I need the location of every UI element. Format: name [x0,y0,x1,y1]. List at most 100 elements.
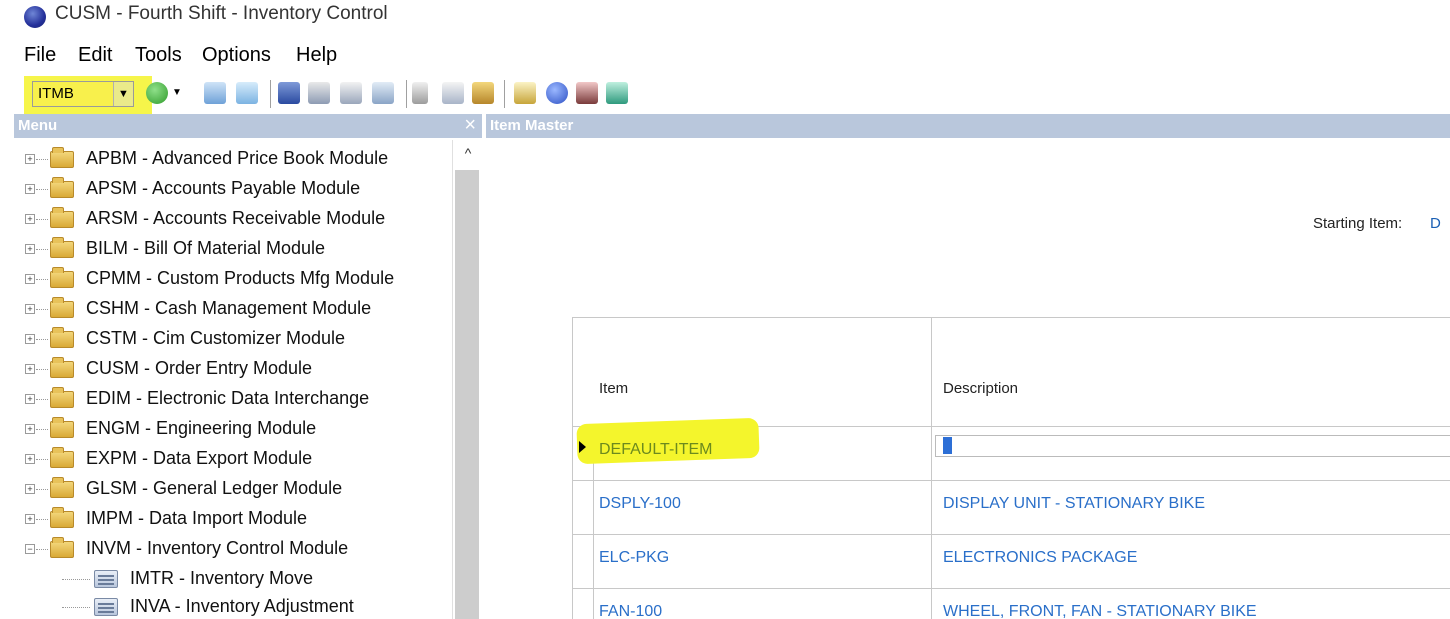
form-id-combo[interactable]: ITMB ▼ [32,81,134,107]
tree-connector [36,399,48,400]
paste-icon[interactable] [472,82,494,104]
expand-icon[interactable]: + [25,484,35,494]
expand-icon[interactable]: + [25,214,35,224]
folder-icon [50,207,74,228]
tree-item-impm[interactable]: + IMPM - Data Import Module [14,504,454,534]
tree-connector [36,249,48,250]
table-row[interactable]: DEFAULT-ITEM [573,417,1450,480]
tree-item-cpmm[interactable]: + CPMM - Custom Products Mfg Module [14,264,454,294]
menu-tools[interactable]: Tools [135,44,182,67]
folder-icon [50,267,74,288]
description-edit-field[interactable] [935,435,1450,457]
scroll-up-icon[interactable]: ^ [453,140,483,166]
menu-file[interactable]: File [24,44,56,67]
item-master-panel: Starting Item: D Item Description DEFAUL… [486,138,1450,619]
tree-item-label: ARSM - Accounts Receivable Module [86,208,386,228]
back-icon[interactable] [236,82,258,104]
form-icon [94,598,118,616]
tree-connector [36,309,48,310]
tree-item-label: CPMM - Custom Products Mfg Module [86,268,395,288]
tree-item-apsm[interactable]: + APSM - Accounts Payable Module [14,174,454,204]
tree-connector [36,369,48,370]
tree-item-bilm[interactable]: + BILM - Bill Of Material Module [14,234,454,264]
expand-icon[interactable]: + [25,274,35,284]
menu-help[interactable]: Help [296,44,337,67]
tree-item-label: IMPM - Data Import Module [86,508,308,528]
tree-item-edim[interactable]: + EDIM - Electronic Data Interchange [14,384,454,414]
window-title: CUSM - Fourth Shift - Inventory Control [55,3,388,24]
tree-connector [36,189,48,190]
find-icon[interactable] [204,82,226,104]
tree-item-glsm[interactable]: + GLSM - General Ledger Module [14,474,454,504]
tree-item-invm[interactable]: − INVM - Inventory Control Module [14,534,454,564]
preview-icon[interactable] [340,82,362,104]
app-logo-icon [24,6,46,28]
expand-icon[interactable]: + [25,184,35,194]
expand-icon[interactable]: + [25,394,35,404]
tree-item-label: ENGM - Engineering Module [86,418,317,438]
tree-item-cstm[interactable]: + CSTM - Cim Customizer Module [14,324,454,354]
expand-icon[interactable]: + [25,424,35,434]
go-forward-icon[interactable] [146,82,168,104]
description-cell[interactable]: ELECTRONICS PACKAGE [943,549,1137,567]
tree-item-arsm[interactable]: + ARSM - Accounts Receivable Module [14,204,454,234]
item-cell[interactable]: FAN-100 [599,603,662,619]
description-cell[interactable]: DISPLAY UNIT - STATIONARY BIKE [943,495,1205,513]
starting-item-field[interactable]: D [1430,215,1441,232]
expand-icon[interactable]: + [25,514,35,524]
expand-icon[interactable]: + [25,364,35,374]
item-cell[interactable]: ELC-PKG [599,549,669,567]
copy-icon[interactable] [442,82,464,104]
folder-icon [50,447,74,468]
expand-icon[interactable]: + [25,334,35,344]
starting-item-label: Starting Item: [1313,215,1403,232]
toolbar: ITMB ▼ ▼ [0,74,1450,114]
tree-connector [36,519,48,520]
layout-icon[interactable] [372,82,394,104]
tree-item-engm[interactable]: + ENGM - Engineering Module [14,414,454,444]
folder-icon [50,387,74,408]
collapse-icon[interactable]: − [25,544,35,554]
tree-item-apbm[interactable]: + APBM - Advanced Price Book Module [14,144,454,174]
expand-icon[interactable]: + [25,154,35,164]
dropdown-arrow-icon[interactable]: ▼ [172,82,184,104]
tree-connector [36,279,48,280]
print-icon[interactable] [308,82,330,104]
form-icon[interactable] [514,82,536,104]
table-row[interactable]: DSPLY-100 DISPLAY UNIT - STATIONARY BIKE [573,480,1450,534]
close-icon[interactable]: × [464,114,476,137]
tree-item-label: CSHM - Cash Management Module [86,298,372,318]
tree-connector [36,159,48,160]
expand-icon[interactable]: + [25,304,35,314]
tree-item-expm[interactable]: + EXPM - Data Export Module [14,444,454,474]
menu-scrollbar[interactable]: ^ [452,140,482,619]
tree-connector [36,549,48,550]
cut-icon[interactable] [412,82,428,104]
table-row[interactable]: ELC-PKG ELECTRONICS PACKAGE [573,534,1450,588]
chevron-down-icon[interactable]: ▼ [113,82,133,106]
expand-icon[interactable]: + [25,454,35,464]
form-icon [94,570,118,588]
tree-connector [62,579,90,580]
hand-icon[interactable] [576,82,598,104]
folder-icon [50,147,74,168]
table-row[interactable]: FAN-100 WHEEL, FRONT, FAN - STATIONARY B… [573,588,1450,619]
item-master-title: Item Master [490,117,574,134]
tree-item-label: EXPM - Data Export Module [86,448,313,468]
menu-options[interactable]: Options [202,44,271,67]
tree-item-imtr[interactable]: IMTR - Inventory Move [14,564,454,594]
tree-item-cshm[interactable]: + CSHM - Cash Management Module [14,294,454,324]
menu-edit[interactable]: Edit [78,44,112,67]
description-cell[interactable]: WHEEL, FRONT, FAN - STATIONARY BIKE [943,603,1257,619]
help-icon[interactable] [546,82,568,104]
tree-connector [36,219,48,220]
tree-item-inva[interactable]: INVA - Inventory Adjustment [14,592,454,619]
form-id-value: ITMB [38,85,74,102]
tree-item-cusm[interactable]: + CUSM - Order Entry Module [14,354,454,384]
item-cell[interactable]: DEFAULT-ITEM [599,441,713,459]
scroll-thumb[interactable] [455,170,479,619]
item-cell[interactable]: DSPLY-100 [599,495,681,513]
save-icon[interactable] [278,82,300,104]
expand-icon[interactable]: + [25,244,35,254]
book-icon[interactable] [606,82,628,104]
